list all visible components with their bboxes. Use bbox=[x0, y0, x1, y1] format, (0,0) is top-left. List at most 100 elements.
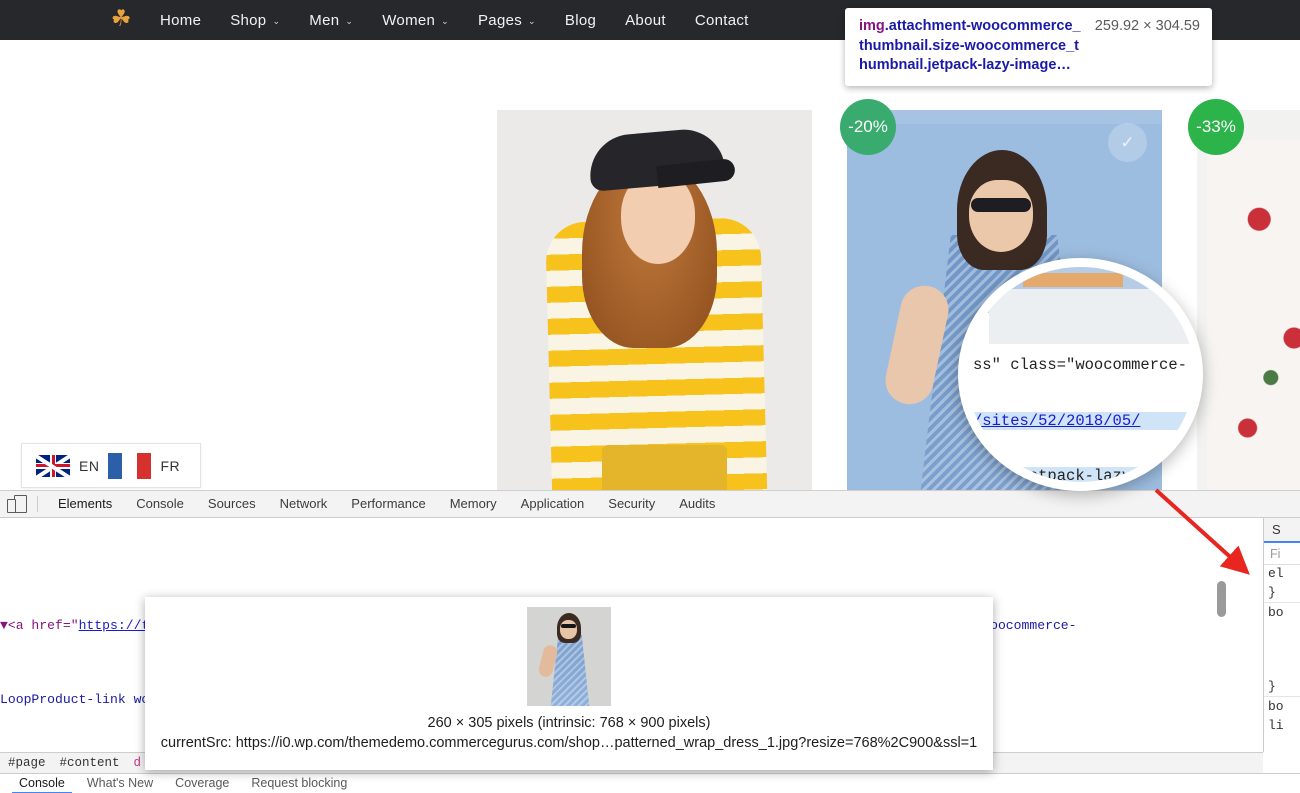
styles-rule-token: li bbox=[1264, 717, 1300, 736]
devtools-tab-audits[interactable]: Audits bbox=[667, 491, 727, 517]
preview-face-shape bbox=[560, 620, 577, 639]
magnifier-content: ss" class="woocommerce- /sites/52/2018/0… bbox=[967, 267, 1194, 482]
nav-item-men[interactable]: Men ⌄ bbox=[309, 12, 353, 29]
product-card-3[interactable] bbox=[1197, 110, 1300, 490]
styles-rule-token: el bbox=[1264, 565, 1300, 584]
nav-label: Blog bbox=[564, 11, 597, 29]
breadcrumb-item-content[interactable]: #content bbox=[60, 756, 120, 770]
screenshot-root: ☘ Home Shop ⌄ Men ⌄ Women ⌄ Pages ⌄ Blog… bbox=[0, 0, 1300, 793]
language-option-en[interactable]: EN bbox=[79, 458, 99, 474]
inspector-tag-name: img bbox=[859, 18, 885, 34]
flag-uk-icon bbox=[36, 454, 70, 477]
discount-badge-product-3: -33% bbox=[1188, 99, 1244, 155]
device-toolbar-icon[interactable] bbox=[6, 494, 28, 514]
styles-token-text: bo bbox=[1268, 605, 1284, 620]
devtools-tab-security[interactable]: Security bbox=[596, 491, 667, 517]
chevron-down-icon: ⌄ bbox=[528, 15, 536, 26]
styles-rule-token: bo bbox=[1264, 696, 1300, 717]
devtools-tab-elements[interactable]: Elements bbox=[46, 491, 124, 517]
breadcrumb-item-page[interactable]: #page bbox=[8, 756, 46, 770]
lens-row-text: nail jetpack-lazy-image bbox=[973, 467, 1187, 482]
product-image-floral bbox=[1197, 110, 1300, 490]
drawer-tab-console[interactable]: Console bbox=[8, 774, 76, 793]
sunglasses-shape bbox=[971, 198, 1031, 212]
styles-tab[interactable]: S bbox=[1264, 518, 1300, 543]
element-inspector-tooltip: img.attachment-woocommerce_thumbnail.siz… bbox=[845, 8, 1212, 86]
wishlist-check-icon[interactable]: ✓ bbox=[1108, 123, 1147, 162]
nav-label: Shop bbox=[230, 11, 267, 29]
inspector-selector-text: img.attachment-woocommerce_thumbnail.siz… bbox=[859, 17, 1084, 76]
toolbar-divider bbox=[37, 496, 38, 512]
chevron-down-icon: ⌄ bbox=[441, 15, 449, 26]
styles-rule-token: bo bbox=[1264, 602, 1300, 623]
image-preview-thumbnail bbox=[527, 607, 611, 706]
dom-line-text: ▼<a href=" bbox=[0, 617, 79, 633]
drawer-tab-coverage[interactable]: Coverage bbox=[164, 774, 240, 793]
product-card-1[interactable] bbox=[497, 110, 812, 490]
discount-badge-product-1: -20% bbox=[840, 99, 896, 155]
jeans-shape bbox=[602, 445, 727, 490]
styles-token-text: bo bbox=[1268, 699, 1284, 714]
lens-row: /sites/52/2018/05/ bbox=[967, 411, 1194, 430]
devtools-drawer-tabs: Console What's New Coverage Request bloc… bbox=[0, 773, 1300, 793]
styles-rule-gap bbox=[1264, 623, 1300, 678]
nav-item-about[interactable]: About bbox=[625, 12, 666, 29]
main-navigation: Home Shop ⌄ Men ⌄ Women ⌄ Pages ⌄ Blog A… bbox=[160, 12, 778, 29]
nav-item-home[interactable]: Home bbox=[160, 12, 201, 29]
drawer-tab-request-blocking[interactable]: Request blocking bbox=[240, 774, 358, 793]
inspector-dimensions: 259.92 × 304.59 bbox=[1094, 18, 1200, 34]
nav-item-contact[interactable]: Contact bbox=[695, 12, 749, 29]
nav-item-shop[interactable]: Shop ⌄ bbox=[230, 12, 280, 29]
styles-token-text: el bbox=[1268, 566, 1284, 581]
language-option-fr[interactable]: FR bbox=[160, 458, 180, 474]
inspector-selector-rest: .attachment-woocommerce_thumbnail.size-w… bbox=[859, 18, 1081, 73]
styles-tab-label: S bbox=[1272, 522, 1281, 537]
preview-sunglasses-shape bbox=[561, 624, 576, 628]
styles-token-text: } bbox=[1268, 678, 1276, 694]
styles-filter-input[interactable]: Fi bbox=[1264, 543, 1300, 565]
product-image-striped-sweater bbox=[497, 110, 812, 490]
lens-code-rows: ss" class="woocommerce- /sites/52/2018/0… bbox=[967, 319, 1194, 482]
devtools-tab-performance[interactable]: Performance bbox=[339, 491, 437, 517]
styles-rule-token: } bbox=[1264, 678, 1300, 697]
styles-token-text: } bbox=[1268, 584, 1276, 600]
nav-item-pages[interactable]: Pages ⌄ bbox=[478, 12, 536, 29]
breadcrumb-item-truncated[interactable]: d bbox=[134, 756, 142, 770]
magnifier-lens: ss" class="woocommerce- /sites/52/2018/0… bbox=[958, 258, 1203, 491]
styles-filter-placeholder: Fi bbox=[1270, 547, 1281, 561]
nav-label: About bbox=[625, 11, 666, 29]
image-preview-current-src: currentSrc: https://i0.wp.com/themedemo.… bbox=[160, 735, 978, 751]
nav-item-blog[interactable]: Blog bbox=[565, 12, 596, 29]
image-preview-popover: 260 × 305 pixels (intrinsic: 768 × 900 p… bbox=[145, 597, 993, 770]
chevron-down-icon: ⌄ bbox=[272, 15, 281, 26]
nav-item-women[interactable]: Women ⌄ bbox=[382, 12, 449, 29]
devtools-tab-memory[interactable]: Memory bbox=[438, 491, 509, 517]
drawer-tab-whats-new[interactable]: What's New bbox=[76, 774, 164, 793]
lens-row-text[interactable]: /sites/52/2018/05/ bbox=[973, 412, 1140, 430]
nav-label: Home bbox=[160, 11, 202, 29]
dom-pane-scrollbar[interactable] bbox=[1217, 581, 1226, 617]
lens-row-text: ss" class="woocommerce- bbox=[973, 356, 1187, 374]
styles-rule-token: } bbox=[1264, 584, 1300, 603]
face-shape bbox=[969, 180, 1033, 252]
nav-label: Pages bbox=[478, 11, 523, 29]
flag-fr-red-icon bbox=[137, 452, 152, 479]
devtools-toolbar: Elements Console Sources Network Perform… bbox=[0, 491, 1300, 518]
devtools-tab-sources[interactable]: Sources bbox=[196, 491, 268, 517]
nav-label: Women bbox=[382, 11, 436, 29]
devtools-tab-network[interactable]: Network bbox=[268, 491, 340, 517]
lens-row: ss" class="woocommerce- bbox=[967, 356, 1194, 375]
flag-fr-blue-icon bbox=[108, 452, 123, 479]
nav-label: Contact bbox=[694, 11, 749, 29]
devtools-tab-application[interactable]: Application bbox=[509, 491, 597, 517]
preview-dress-shape bbox=[550, 635, 590, 706]
annotation-arrow-icon bbox=[1154, 488, 1250, 575]
chevron-down-icon: ⌄ bbox=[345, 15, 354, 26]
styles-token-text: li bbox=[1268, 717, 1284, 733]
devtools-tab-console[interactable]: Console bbox=[124, 491, 196, 517]
site-logo-icon[interactable]: ☘ bbox=[104, 7, 138, 33]
language-switcher[interactable]: EN FR bbox=[21, 443, 201, 488]
styles-pane[interactable]: S Fi el } bo } bo li bbox=[1263, 518, 1300, 752]
lens-row: nail jetpack-lazy-image bbox=[967, 467, 1194, 482]
image-preview-dimensions: 260 × 305 pixels (intrinsic: 768 × 900 p… bbox=[427, 715, 711, 731]
